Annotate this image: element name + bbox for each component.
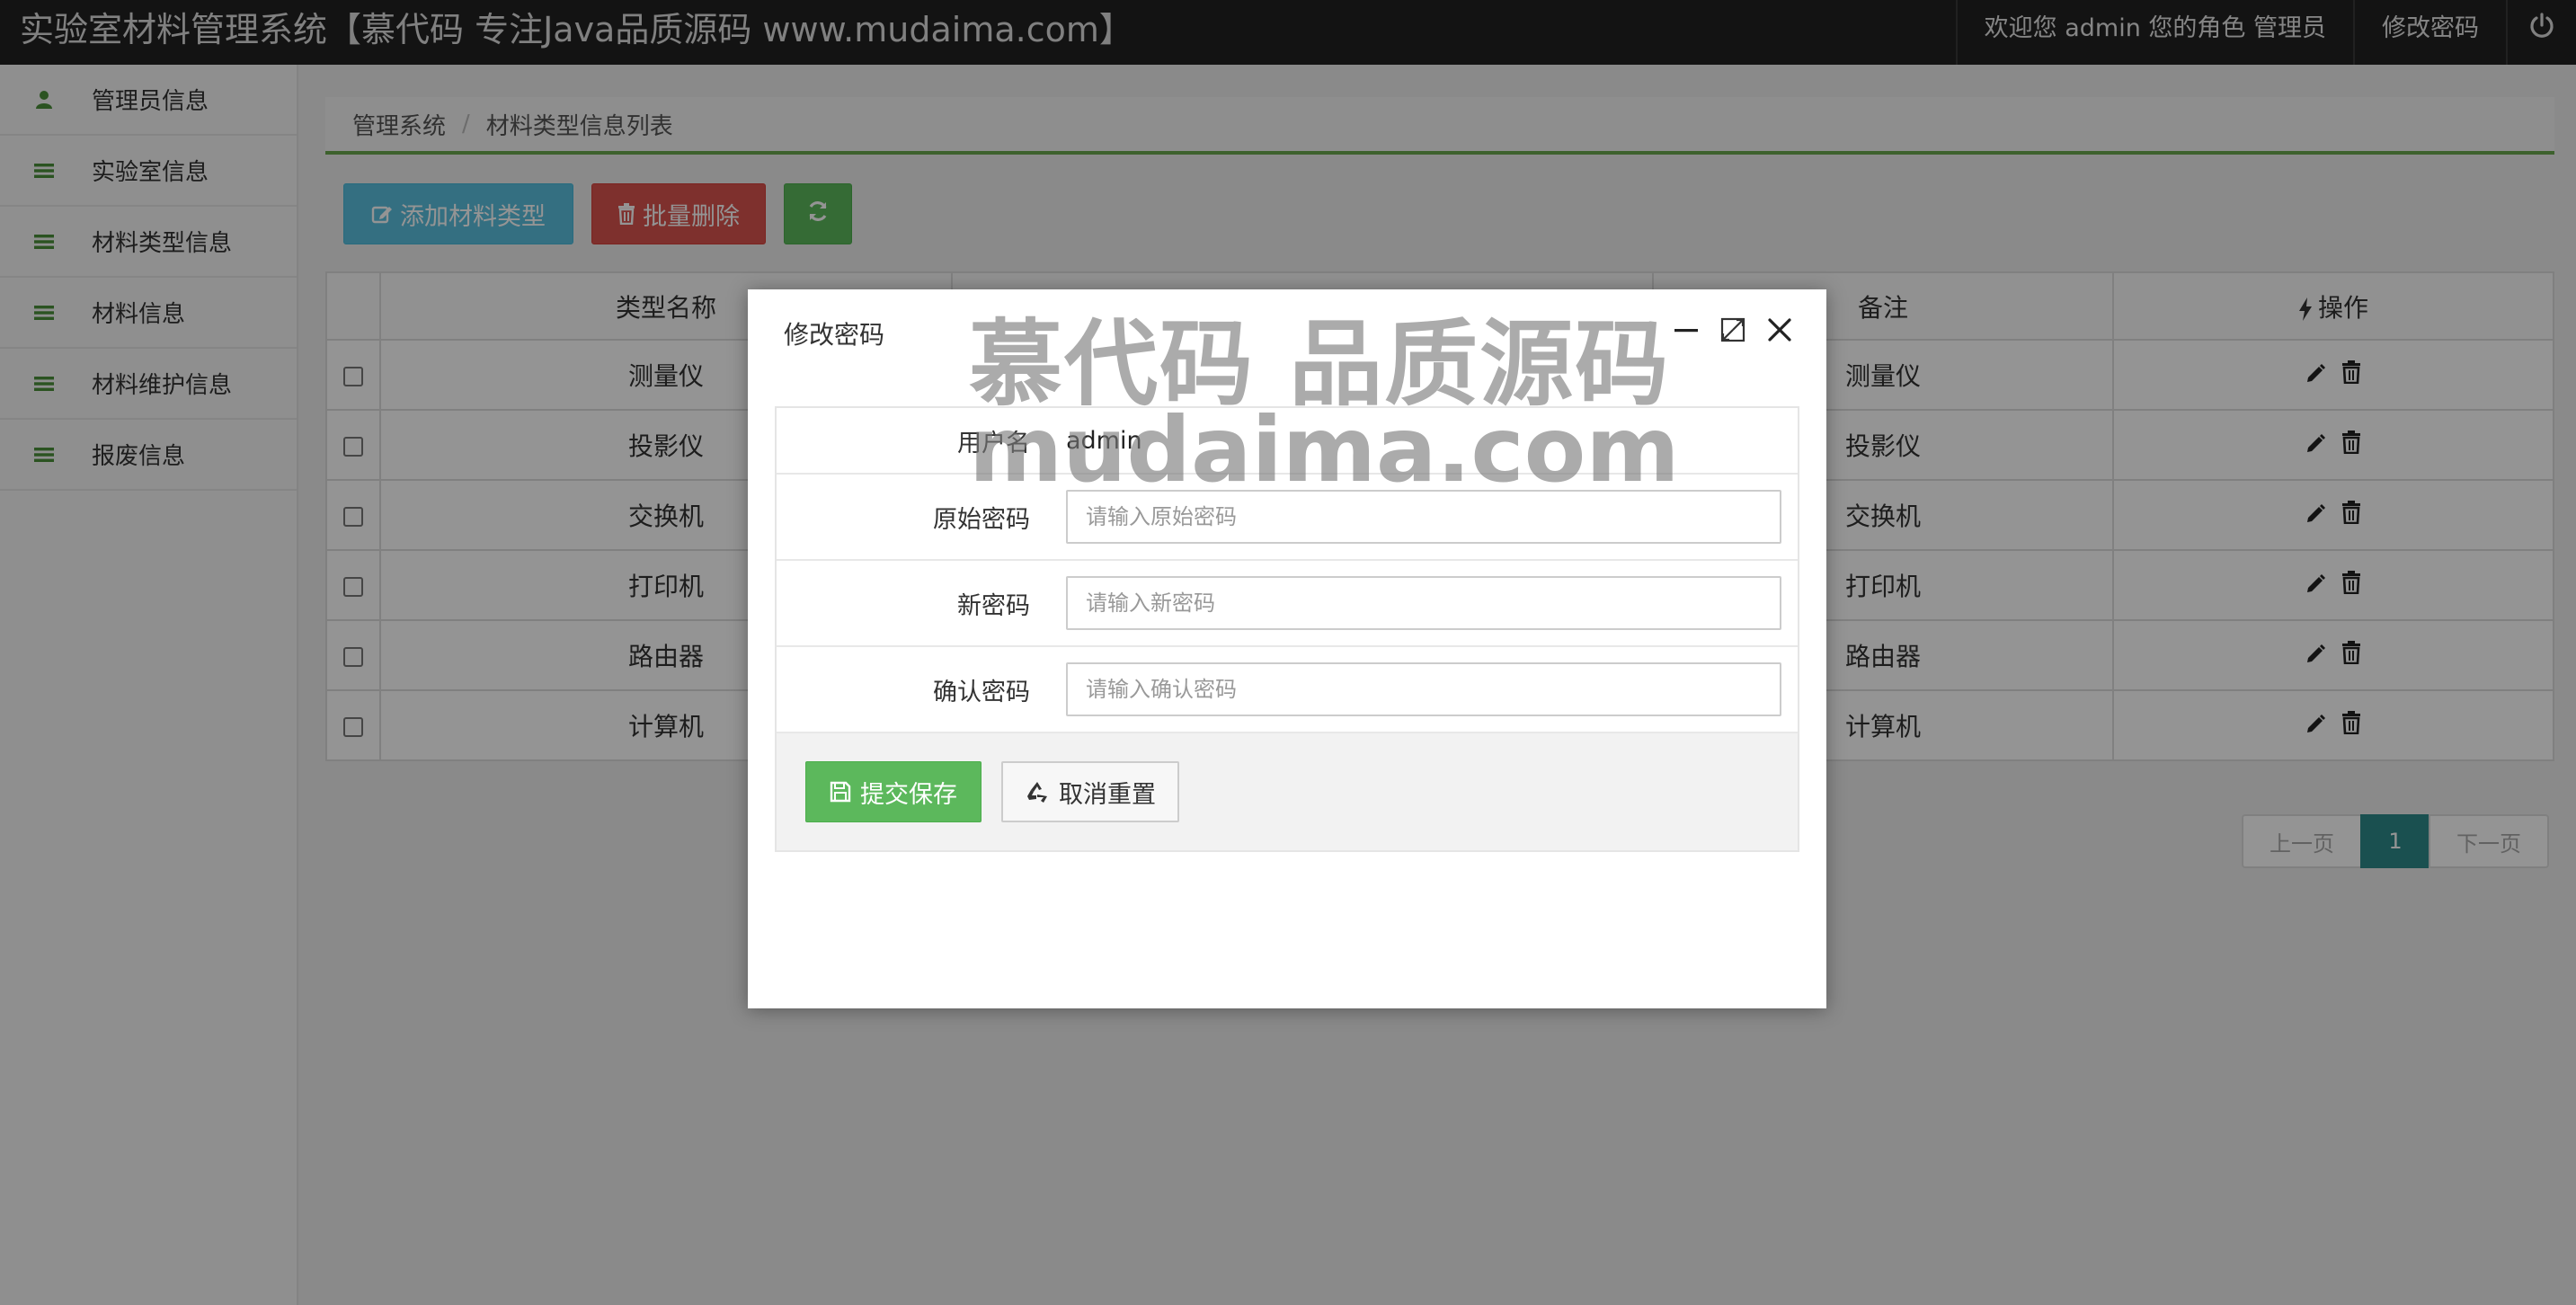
watermark-line-2: mudaima.com bbox=[969, 397, 1680, 502]
recycle-icon bbox=[1025, 779, 1050, 804]
submit-label: 提交保存 bbox=[860, 780, 957, 809]
close-icon[interactable] bbox=[1765, 313, 1794, 347]
confirm-password-label: 确认密码 bbox=[933, 678, 1030, 706]
maximize-icon[interactable] bbox=[1719, 313, 1747, 347]
save-icon bbox=[830, 781, 851, 803]
cancel-reset-button[interactable]: 取消重置 bbox=[1001, 761, 1179, 822]
new-password-input[interactable] bbox=[1066, 576, 1781, 630]
confirm-password-row: 确认密码 bbox=[777, 647, 1798, 733]
confirm-password-input[interactable] bbox=[1066, 662, 1781, 716]
new-password-row: 新密码 bbox=[777, 561, 1798, 647]
form-actions: 提交保存 取消重置 bbox=[777, 733, 1798, 850]
reset-label: 取消重置 bbox=[1059, 780, 1156, 809]
dialog-title: 修改密码 bbox=[784, 320, 885, 350]
new-password-label: 新密码 bbox=[957, 591, 1030, 620]
old-password-label: 原始密码 bbox=[933, 505, 1030, 534]
submit-save-button[interactable]: 提交保存 bbox=[805, 761, 982, 822]
minimize-icon[interactable] bbox=[1672, 313, 1701, 347]
dialog-window-controls bbox=[1672, 313, 1794, 347]
